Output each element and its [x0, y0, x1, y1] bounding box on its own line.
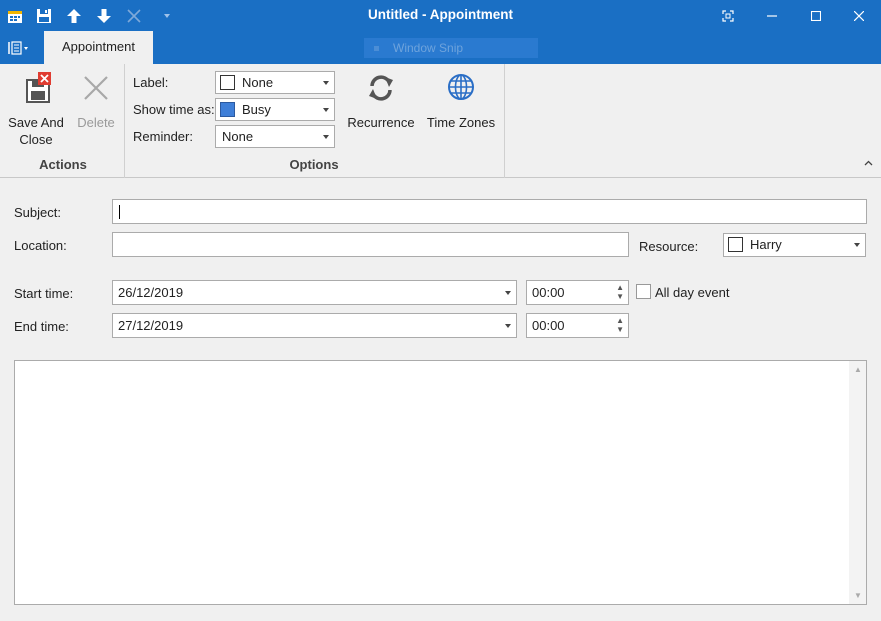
reminder-combobox[interactable]: None [215, 125, 335, 148]
text-caret [119, 205, 120, 219]
overlay-dot-icon [374, 46, 379, 52]
ribbon-separator [504, 64, 505, 178]
chevron-down-icon [323, 81, 329, 85]
show-time-value: Busy [242, 102, 271, 117]
tab-appointment[interactable]: Appointment [44, 31, 153, 64]
time-zones-label: Time Zones [426, 115, 496, 130]
all-day-event-label: All day event [655, 285, 730, 300]
recurrence-icon [365, 72, 397, 104]
chevron-down-icon [854, 243, 860, 247]
all-day-event-checkbox[interactable] [636, 284, 651, 299]
window-snip-overlay: Window Snip [364, 38, 538, 58]
chevron-down-icon [505, 291, 511, 295]
overlay-text: Window Snip [393, 41, 464, 55]
delete-icon [80, 72, 112, 104]
save-and-close-label-line2: Close [19, 132, 53, 147]
label-caption: Label: [133, 75, 169, 90]
ribbon: Save And Close Delete Actions Label: Non… [0, 64, 881, 178]
save-and-close-label-line1: Save And [8, 115, 64, 130]
end-time-label: End time: [14, 319, 69, 334]
title-bar: Untitled - Appointment [0, 0, 881, 31]
subject-label: Subject: [14, 205, 61, 220]
resource-label: Resource: [639, 239, 699, 254]
fullscreen-icon [722, 9, 734, 22]
actions-group-label: Actions [39, 157, 87, 172]
save-and-close-button[interactable]: Save And Close [4, 72, 68, 148]
start-date-picker[interactable]: 26/12/2019 [112, 280, 517, 305]
time-zones-button[interactable]: Time Zones [424, 72, 498, 131]
resource-combobox[interactable]: Harry [723, 233, 866, 257]
options-group-label: Options [289, 157, 339, 172]
location-label: Location: [14, 238, 67, 253]
close-button[interactable] [837, 0, 881, 31]
spinner-arrows-icon[interactable]: ▲ ▼ [616, 283, 624, 301]
save-and-close-icon [20, 72, 52, 104]
application-menu-button[interactable] [8, 39, 34, 57]
delete-button: Delete [72, 72, 120, 131]
end-date-value: 27/12/2019 [118, 318, 184, 333]
globe-icon [445, 72, 477, 104]
location-input[interactable] [112, 232, 629, 257]
notes-textarea[interactable]: ▲ ▼ [14, 360, 867, 605]
resource-color-swatch [728, 237, 743, 252]
delete-label: Delete [77, 115, 115, 130]
spinner-arrows-icon[interactable]: ▲ ▼ [616, 316, 624, 334]
chevron-down-icon [323, 135, 329, 139]
chevron-down-icon [323, 108, 329, 112]
maximize-button[interactable] [794, 0, 838, 31]
subject-input[interactable] [112, 199, 867, 224]
scroll-up-icon[interactable]: ▲ [854, 365, 862, 374]
end-time-value: 00:00 [532, 318, 565, 333]
label-combobox[interactable]: None [215, 71, 335, 94]
recurrence-button[interactable]: Recurrence [344, 72, 418, 131]
close-icon [854, 10, 864, 21]
start-time-value: 00:00 [532, 285, 565, 300]
end-date-picker[interactable]: 27/12/2019 [112, 313, 517, 338]
label-value: None [242, 75, 274, 90]
chevron-up-icon [864, 160, 873, 166]
label-color-swatch [220, 75, 235, 90]
show-time-color-swatch [220, 102, 235, 117]
end-time-spinner[interactable]: 00:00 ▲ ▼ [526, 313, 629, 338]
maximize-icon [811, 10, 821, 21]
start-time-label: Start time: [14, 286, 74, 301]
collapse-ribbon-button[interactable] [864, 158, 873, 169]
recurrence-label: Recurrence [347, 115, 415, 130]
reminder-caption: Reminder: [133, 129, 193, 144]
chevron-down-icon [505, 324, 511, 328]
app-menu-icon [8, 41, 28, 55]
ribbon-tab-row: Appointment Window Snip [0, 31, 881, 64]
scroll-down-icon[interactable]: ▼ [854, 591, 862, 600]
start-time-spinner[interactable]: 00:00 ▲ ▼ [526, 280, 629, 305]
minimize-icon [767, 14, 777, 17]
fullscreen-button[interactable] [706, 0, 750, 31]
start-date-value: 26/12/2019 [118, 285, 184, 300]
minimize-button[interactable] [750, 0, 794, 31]
resource-value: Harry [750, 237, 782, 252]
show-time-as-combobox[interactable]: Busy [215, 98, 335, 121]
notes-scrollbar[interactable]: ▲ ▼ [849, 361, 866, 604]
reminder-value: None [222, 129, 254, 144]
show-time-as-caption: Show time as: [133, 102, 215, 117]
